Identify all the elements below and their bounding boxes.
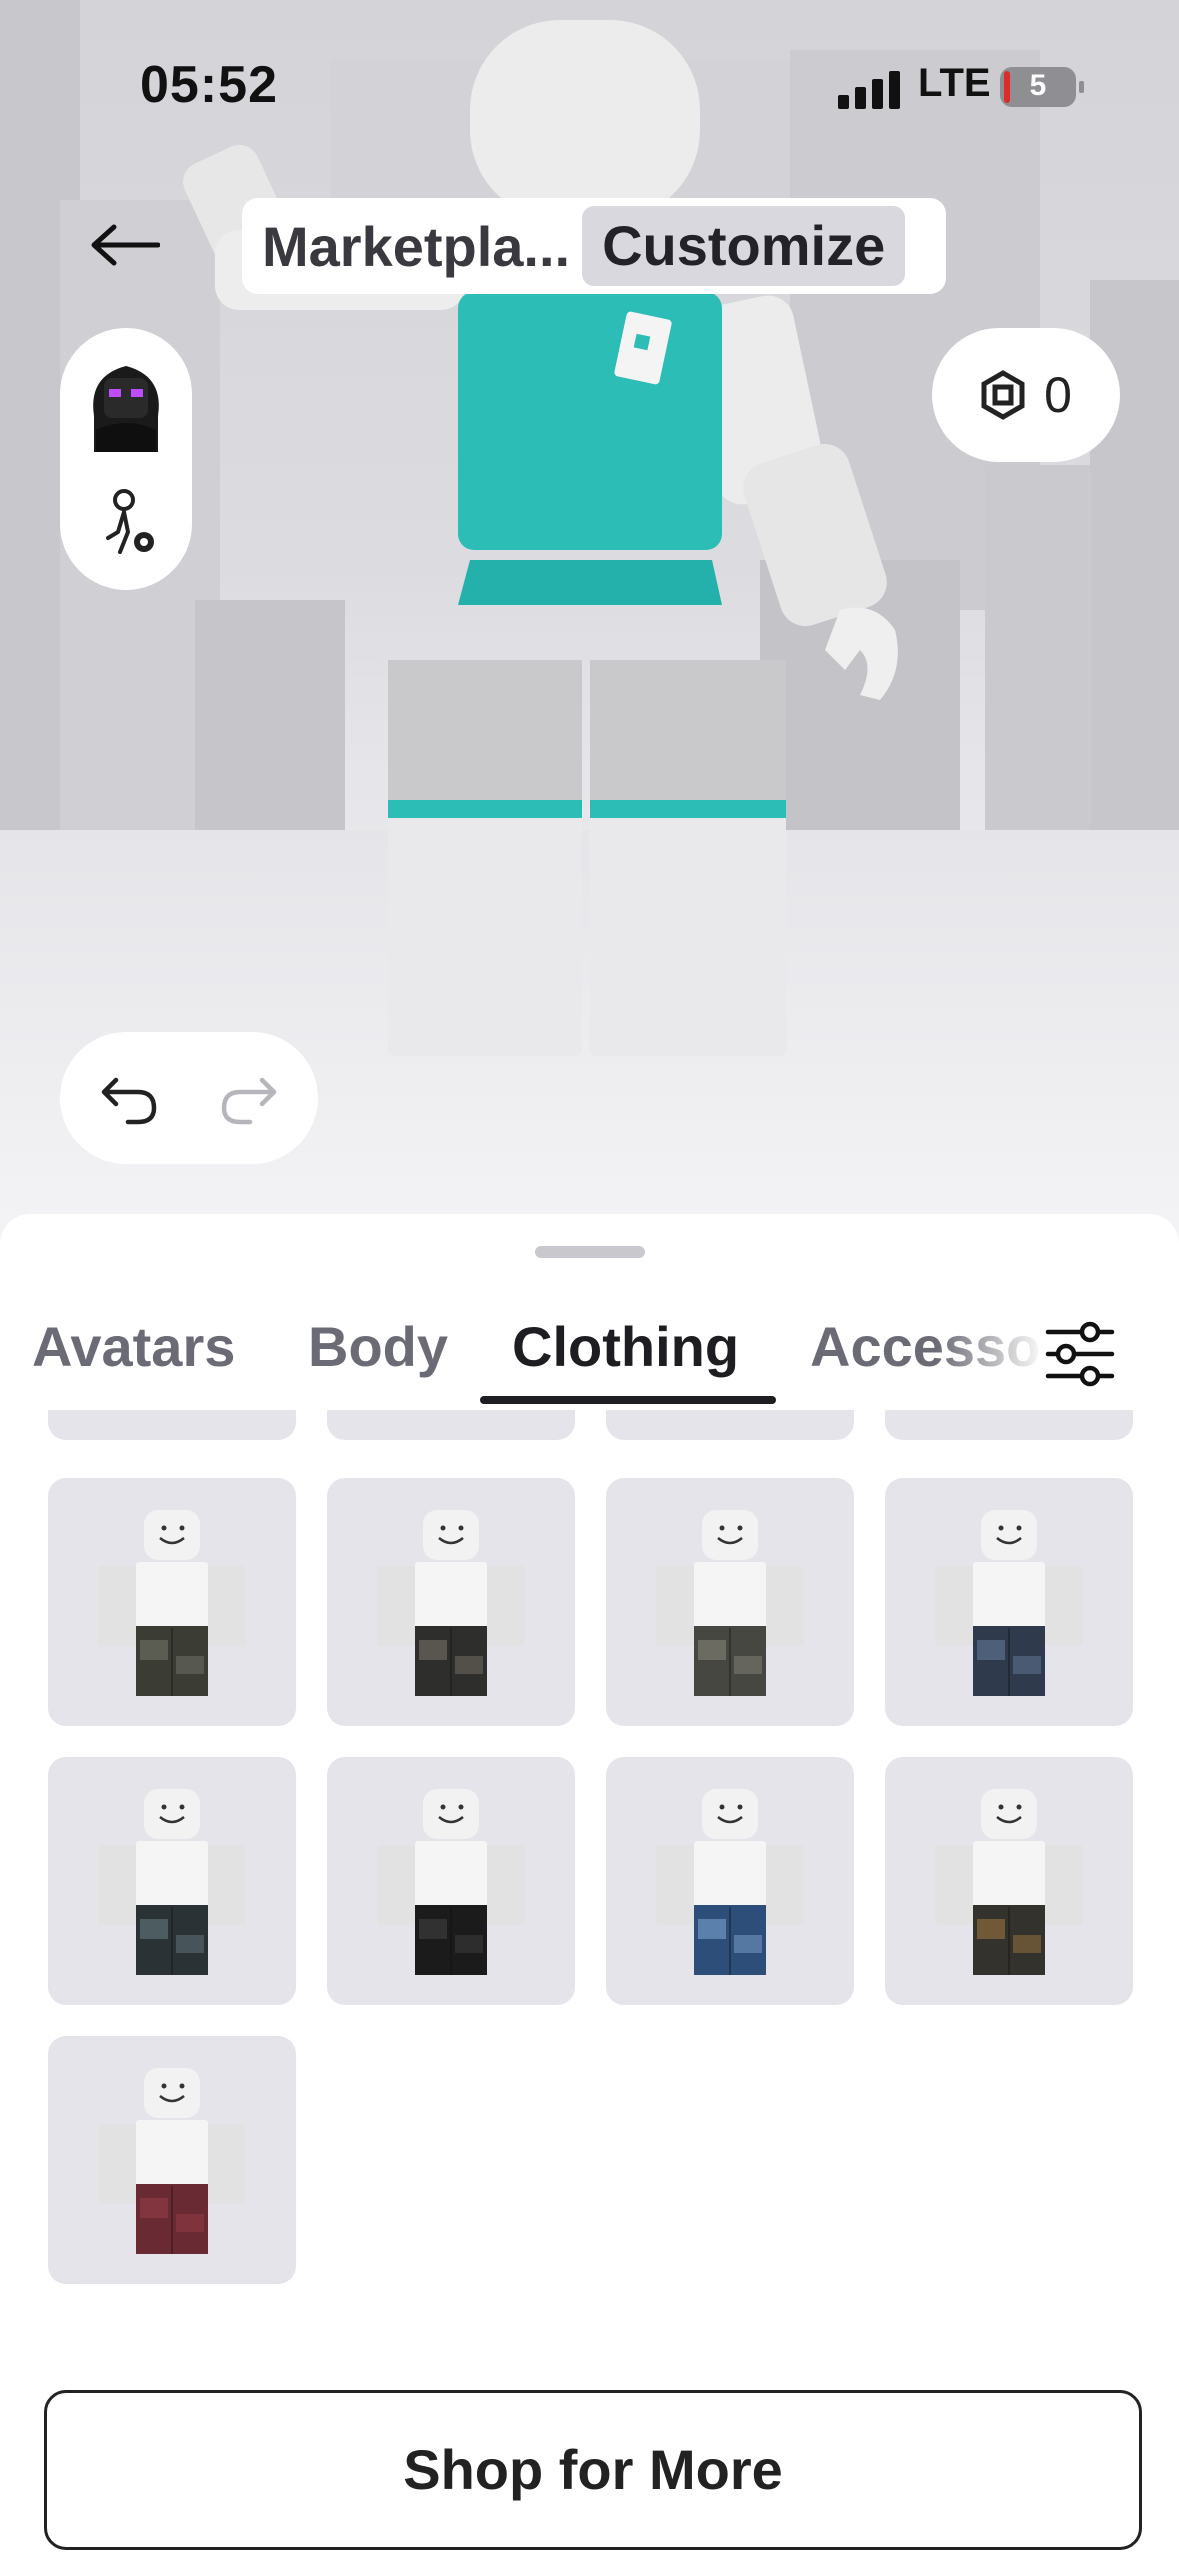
avatar-thumbnail[interactable]	[82, 356, 170, 452]
clothing-item-tile[interactable]	[606, 1478, 854, 1726]
redo-icon	[221, 1077, 277, 1125]
arrow-left-icon	[91, 224, 160, 266]
avatar-settings-button[interactable]	[100, 488, 160, 560]
clothing-items-grid	[0, 1410, 1179, 2560]
filter-button[interactable]	[1044, 1320, 1116, 1388]
clothing-item-tile[interactable]	[48, 1757, 296, 2005]
tab-avatars[interactable]: Avatars	[32, 1314, 235, 1379]
battery-icon: 5	[1000, 67, 1084, 107]
shop-for-more-label: Shop for More	[403, 2438, 783, 2501]
network-label: LTE	[918, 61, 991, 105]
tab-accessories[interactable]: Accesso	[810, 1314, 1040, 1379]
shop-for-more-button[interactable]: Shop for More	[44, 2390, 1142, 2550]
undo-button[interactable]	[98, 1066, 162, 1130]
segment-customize[interactable]: Customize	[582, 206, 906, 286]
avatar-pants-preview	[656, 1789, 804, 1975]
avatar-pants-preview	[377, 1789, 525, 1975]
tab-clothing[interactable]: Clothing	[512, 1314, 739, 1379]
item-tile-partial[interactable]	[48, 1410, 296, 1440]
clothing-item-tile[interactable]	[885, 1757, 1133, 2005]
item-tile-partial[interactable]	[327, 1410, 575, 1440]
customize-sheet: Avatars Body Clothing Accesso Shop for M…	[0, 1214, 1179, 2556]
item-tile-partial[interactable]	[606, 1410, 854, 1440]
avatar-pants-preview	[377, 1510, 525, 1696]
category-tabs: Avatars Body Clothing Accesso	[0, 1214, 1179, 1410]
clothing-item-tile[interactable]	[885, 1478, 1133, 1726]
avatar-pants-preview	[935, 1789, 1083, 1975]
back-button[interactable]	[80, 205, 170, 285]
clothing-item-tile[interactable]	[327, 1757, 575, 2005]
undo-icon	[101, 1077, 157, 1125]
robux-icon	[981, 370, 1025, 420]
status-bar: 05:52 LTE 5	[0, 55, 1179, 115]
active-tab-indicator	[480, 1396, 776, 1404]
signal-icon	[838, 69, 900, 109]
mode-switcher: Marketpla... Customize	[242, 198, 946, 294]
undo-redo-panel	[60, 1032, 318, 1164]
clothing-item-tile[interactable]	[327, 1478, 575, 1726]
robux-amount: 0	[1044, 367, 1072, 423]
clothing-item-tile[interactable]	[606, 1757, 854, 2005]
redo-button[interactable]	[216, 1066, 280, 1130]
tab-body[interactable]: Body	[308, 1314, 448, 1379]
avatar-pants-preview	[98, 1789, 246, 1975]
person-gear-icon	[106, 489, 154, 554]
avatar-pants-preview	[935, 1510, 1083, 1696]
clothing-item-tile[interactable]	[48, 2036, 296, 2284]
avatar-side-panel	[60, 328, 192, 590]
clothing-item-tile[interactable]	[48, 1478, 296, 1726]
avatar-head-icon	[93, 366, 159, 452]
status-time: 05:52	[140, 56, 278, 114]
segment-marketplace[interactable]: Marketpla...	[250, 214, 582, 279]
battery-level: 5	[1029, 69, 1047, 102]
avatar-pants-preview	[656, 1510, 804, 1696]
item-tile-partial[interactable]	[885, 1410, 1133, 1440]
avatar-preview-scene[interactable]: 05:52 LTE 5 Marketpla... Customize 0	[0, 0, 1179, 1250]
robux-balance[interactable]: 0	[932, 328, 1120, 462]
sliders-icon	[1045, 1321, 1115, 1387]
avatar-pants-preview	[98, 1510, 246, 1696]
avatar-pants-preview	[98, 2068, 246, 2254]
